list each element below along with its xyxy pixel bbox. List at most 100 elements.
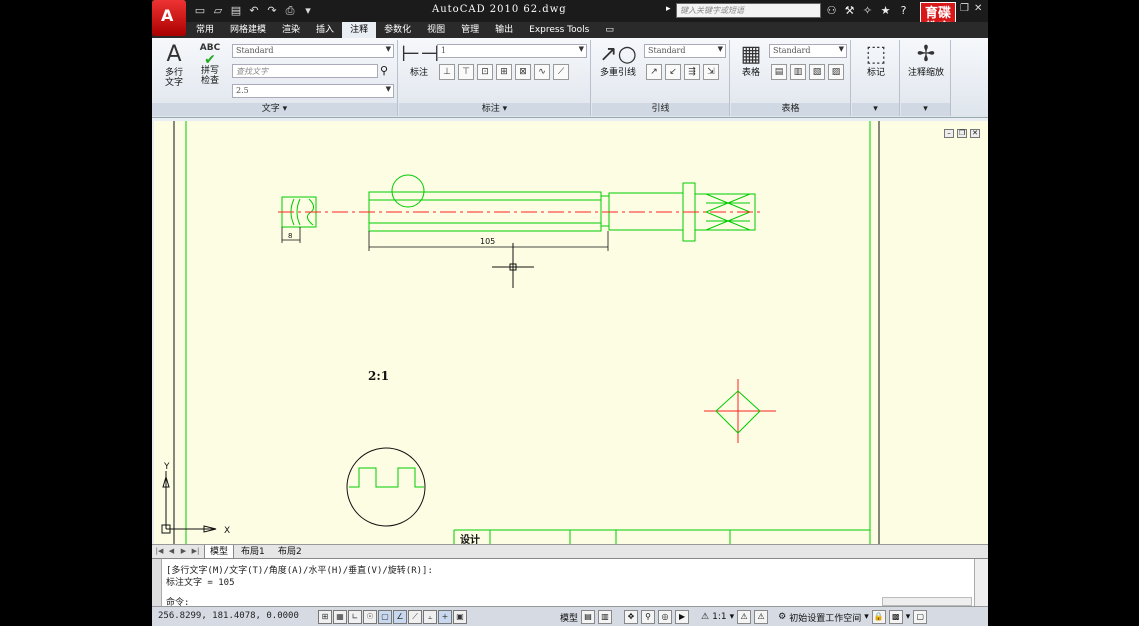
object-snap-tracking-icon[interactable]: ∠ bbox=[393, 610, 407, 624]
quick-view-drawings-icon[interactable]: ▥ bbox=[598, 610, 613, 624]
communication-icon[interactable]: ✧ bbox=[860, 3, 875, 18]
save-icon[interactable]: ▤ bbox=[228, 3, 244, 18]
adjust-space-icon[interactable]: ⊠ bbox=[515, 64, 531, 80]
text-style-select[interactable]: Standard ▼ bbox=[232, 44, 394, 58]
first-layout-icon[interactable]: |◀ bbox=[154, 546, 165, 557]
annotation-visibility-icon[interactable]: ⚠ bbox=[737, 610, 752, 624]
coordinate-readout[interactable]: 256.8299, 181.4078, 0.0000 bbox=[158, 611, 299, 621]
close-icon[interactable]: ✕ bbox=[970, 129, 980, 138]
extract-data-icon[interactable]: ▤ bbox=[771, 64, 787, 80]
tab-6[interactable]: 视图 bbox=[419, 22, 453, 38]
lock-icon[interactable]: 🔒 bbox=[871, 610, 886, 624]
mtext-button[interactable]: A 多行 文字 bbox=[156, 42, 192, 88]
jog-line-icon[interactable]: ∿ bbox=[534, 64, 550, 80]
snap-mode-icon[interactable]: ⊞ bbox=[318, 610, 332, 624]
redo-icon[interactable]: ↷ bbox=[264, 3, 280, 18]
chevron-down-icon[interactable]: ▾ bbox=[730, 612, 735, 622]
ribbon-minimize-icon[interactable]: ▭ bbox=[597, 22, 622, 38]
object-snap-icon[interactable]: ▢ bbox=[378, 610, 392, 624]
quick-view-layouts-icon[interactable]: ▤ bbox=[581, 610, 596, 624]
binoculars-icon[interactable]: ⚇ bbox=[824, 3, 839, 18]
dimension-panel-title[interactable]: 标注 ▾ bbox=[399, 103, 590, 116]
oblique-dim-icon[interactable]: ⟋ bbox=[553, 64, 569, 80]
chevron-down-icon[interactable]: ▾ bbox=[300, 3, 316, 18]
open-file-icon[interactable]: ▱ bbox=[210, 3, 226, 18]
ortho-mode-icon[interactable]: ∟ bbox=[348, 610, 362, 624]
layout-tab-2[interactable]: 布局2 bbox=[273, 545, 307, 559]
grid-display-icon[interactable]: ▦ bbox=[333, 610, 347, 624]
text-panel-title[interactable]: 文字 ▾ bbox=[152, 103, 397, 116]
hardware-acceleration-icon[interactable]: ▩ bbox=[888, 610, 903, 624]
markup-button[interactable]: ⬚ 标记 bbox=[858, 42, 894, 78]
showmotion-icon[interactable]: ▶ bbox=[675, 610, 690, 624]
zoom-icon[interactable]: ⚲ bbox=[641, 610, 656, 624]
leader-panel-title[interactable]: 引线 bbox=[592, 103, 729, 116]
pan-icon[interactable]: ✥ bbox=[624, 610, 639, 624]
download-data-icon[interactable]: ▧ bbox=[809, 64, 825, 80]
application-menu-button[interactable]: A bbox=[152, 0, 186, 36]
command-scrollbar[interactable] bbox=[974, 559, 988, 607]
find-text-input[interactable]: 查找文字 bbox=[232, 64, 378, 78]
scale-note[interactable]: 2:1 bbox=[368, 369, 389, 383]
dynamic-input-icon[interactable]: ⫠ bbox=[423, 610, 437, 624]
chevron-down-icon[interactable]: ▾ bbox=[864, 612, 869, 622]
markup-panel-expander[interactable]: ▾ bbox=[852, 103, 899, 116]
annotation-panel-expander[interactable]: ▾ bbox=[901, 103, 950, 116]
dim-text-small[interactable]: 8 bbox=[288, 232, 292, 240]
table-panel-title[interactable]: 表格 bbox=[731, 103, 850, 116]
auto-scale-icon[interactable]: ⚠ bbox=[754, 610, 769, 624]
remove-leader-icon[interactable]: ↙ bbox=[665, 64, 681, 80]
help-icon[interactable]: ? bbox=[896, 3, 911, 18]
command-horizontal-scrollbar[interactable] bbox=[882, 597, 972, 606]
quick-properties-icon[interactable]: ▣ bbox=[453, 610, 467, 624]
layout-tab-model[interactable]: 模型 bbox=[204, 545, 235, 559]
tab-8[interactable]: 输出 bbox=[487, 22, 521, 38]
add-leader-icon[interactable]: ↗ bbox=[646, 64, 662, 80]
tab-4[interactable]: 注释 bbox=[342, 22, 377, 38]
tab-9[interactable]: Express Tools bbox=[521, 22, 597, 38]
plot-icon[interactable]: ⎙ bbox=[282, 3, 298, 18]
annotation-scale-button[interactable]: ✢ 注释缩放 bbox=[903, 42, 949, 78]
inspect-dim-icon[interactable]: ⊡ bbox=[477, 64, 493, 80]
continue-dim-icon[interactable]: ⊤ bbox=[458, 64, 474, 80]
collect-leader-icon[interactable]: ⇲ bbox=[703, 64, 719, 80]
new-file-icon[interactable]: ▭ bbox=[192, 3, 208, 18]
steering-wheel-icon[interactable]: ◎ bbox=[658, 610, 673, 624]
clean-screen-icon[interactable]: ▢ bbox=[913, 610, 928, 624]
drawing-canvas[interactable]: 8 105 2:1 设计 Y X – ❐ ✕ bbox=[154, 121, 988, 544]
gear-icon[interactable]: ⚙ bbox=[778, 612, 786, 622]
last-layout-icon[interactable]: ▶| bbox=[190, 546, 201, 557]
restore-icon[interactable]: ❐ bbox=[957, 129, 967, 138]
spell-check-button[interactable]: ABC ✔ 拼写 检查 bbox=[192, 42, 228, 86]
upload-data-icon[interactable]: ▨ bbox=[828, 64, 844, 80]
lineweight-icon[interactable]: + bbox=[438, 610, 452, 624]
tab-3[interactable]: 插入 bbox=[308, 22, 342, 38]
polar-tracking-icon[interactable]: ☉ bbox=[363, 610, 377, 624]
mleader-style-select[interactable]: Standard ▼ bbox=[644, 44, 726, 58]
next-layout-icon[interactable]: ▶ bbox=[178, 546, 189, 557]
workspace-select[interactable]: 初始设置工作空间 bbox=[789, 611, 861, 624]
model-space-label[interactable]: 模型 bbox=[560, 611, 578, 624]
tab-2[interactable]: 渲染 bbox=[274, 22, 308, 38]
annotation-scale-select[interactable]: 1:1 bbox=[712, 612, 726, 622]
minimize-icon[interactable]: – bbox=[944, 129, 954, 138]
command-line[interactable]: [多行文字(M)/文字(T)/角度(A)/水平(H)/垂直(V)/旋转(R)]:… bbox=[152, 558, 988, 608]
undo-icon[interactable]: ↶ bbox=[246, 3, 262, 18]
table-button[interactable]: ▦ 表格 bbox=[733, 42, 769, 78]
table-style-select[interactable]: Standard ▼ bbox=[769, 44, 847, 58]
baseline-dim-icon[interactable]: ⊥ bbox=[439, 64, 455, 80]
prev-layout-icon[interactable]: ◀ bbox=[166, 546, 177, 557]
search-input[interactable]: 键入关键字或短语 bbox=[676, 3, 821, 18]
find-replace-icon[interactable]: ⚲ bbox=[380, 64, 388, 77]
wrench-icon[interactable]: ⚒ bbox=[842, 3, 857, 18]
tab-1[interactable]: 网格建模 bbox=[222, 22, 274, 38]
close-icon[interactable]: ✕ bbox=[974, 3, 984, 15]
command-line-grip[interactable] bbox=[152, 559, 162, 607]
break-dim-icon[interactable]: ⊞ bbox=[496, 64, 512, 80]
tab-5[interactable]: 参数化 bbox=[376, 22, 419, 38]
layout-tab-1[interactable]: 布局1 bbox=[236, 545, 270, 559]
align-leader-icon[interactable]: ⇶ bbox=[684, 64, 700, 80]
favorites-icon[interactable]: ★ bbox=[878, 3, 893, 18]
tab-0[interactable]: 常用 bbox=[188, 22, 222, 38]
multileader-button[interactable]: ↗○ 多重引线 bbox=[596, 42, 640, 78]
